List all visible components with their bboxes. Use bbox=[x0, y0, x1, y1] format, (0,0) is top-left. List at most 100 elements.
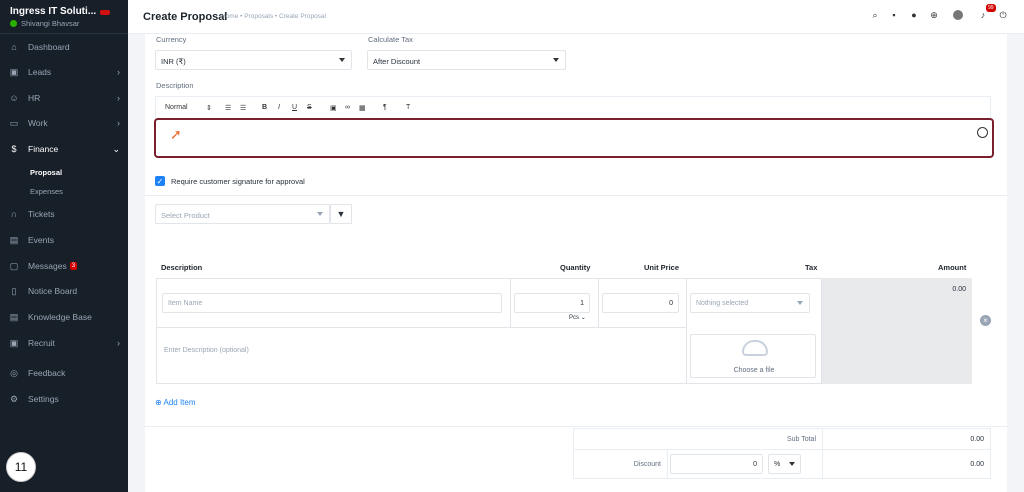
sidebar-item-label: HR bbox=[28, 93, 41, 103]
sidebar-item-work[interactable]: ▭ Work › bbox=[0, 110, 128, 136]
format-select[interactable]: Normal bbox=[165, 104, 188, 111]
calculate-tax-select[interactable]: After Discount bbox=[367, 50, 566, 70]
search-icon[interactable]: ⌕ bbox=[869, 9, 881, 21]
video-icon[interactable]: ▦ bbox=[359, 104, 366, 112]
clock-icon[interactable]: ● bbox=[908, 9, 920, 21]
add-icon[interactable]: ⊕ bbox=[928, 9, 940, 21]
ordered-list-icon[interactable]: ☰ bbox=[225, 104, 231, 112]
user-status: Shivangi Bhavsar bbox=[10, 19, 128, 28]
sidebar: Ingress IT Soluti... Shivangi Bhavsar ⌂ D… bbox=[0, 0, 128, 492]
signature-checkbox[interactable]: ✓ bbox=[155, 176, 165, 186]
unit-select[interactable]: Pcs ⌄ bbox=[569, 314, 586, 321]
chevron-down-icon: ⌄ bbox=[112, 143, 120, 154]
product-placeholder: Select Product bbox=[161, 211, 210, 220]
chevron-right-icon: › bbox=[117, 93, 120, 103]
top-header: Create Proposal Home • Proposals • Creat… bbox=[128, 0, 1024, 34]
sidebar-subitem-proposal[interactable]: Proposal bbox=[30, 168, 62, 177]
sub-total-value: 0.00 bbox=[970, 436, 984, 443]
column-description: Description bbox=[161, 263, 203, 272]
choose-file-label: Choose a file bbox=[733, 367, 775, 374]
recruit-icon: ▣ bbox=[9, 337, 19, 348]
discount-type-select[interactable]: % bbox=[768, 454, 801, 474]
settings-icon: ⚙ bbox=[9, 393, 19, 404]
text-direction-icon[interactable]: ¶ bbox=[383, 104, 387, 111]
add-circle-icon: ⊕ bbox=[155, 398, 162, 407]
currency-select[interactable]: INR (₹) bbox=[155, 50, 352, 70]
quantity-input[interactable]: 1 bbox=[514, 293, 590, 313]
sidebar-item-leads[interactable]: ▣ Leads › bbox=[0, 59, 128, 85]
headset-icon: ∩ bbox=[10, 209, 18, 219]
proposal-form-card: Currency INR (₹) Calculate Tax After Dis… bbox=[145, 34, 1007, 492]
unit-price-input[interactable]: 0 bbox=[602, 293, 679, 313]
add-item-button[interactable]: ⊕ Add Item bbox=[155, 398, 196, 407]
page-title: Create Proposal bbox=[143, 11, 228, 23]
sidebar-item-label: Events bbox=[28, 235, 54, 245]
signature-label: Require customer signature for approval bbox=[171, 177, 305, 186]
discount-input[interactable]: 0 bbox=[670, 454, 763, 474]
currency-value: INR (₹) bbox=[161, 57, 186, 66]
discount-label: Discount bbox=[633, 461, 661, 468]
tax-select[interactable]: Nothing selected bbox=[690, 293, 810, 313]
product-select[interactable]: Select Product bbox=[155, 204, 330, 224]
sidebar-item-label: Dashboard bbox=[28, 42, 70, 52]
caret-down-icon bbox=[553, 58, 559, 62]
divider bbox=[145, 426, 1007, 427]
leads-icon: ▣ bbox=[9, 66, 19, 77]
filter-button[interactable]: ▼ bbox=[330, 204, 352, 224]
editor-toolbar: Normal ⇕ ☰ ☰ B I U S ▣ ∞ ▦ ¶ T bbox=[155, 96, 991, 118]
sidebar-item-label: Recruit bbox=[28, 338, 55, 348]
image-icon[interactable]: ▣ bbox=[330, 104, 337, 112]
divider bbox=[145, 195, 1007, 196]
sidebar-item-knowledge-base[interactable]: ▤ Knowledge Base bbox=[0, 304, 128, 330]
sidebar-item-hr[interactable]: ☺ HR › bbox=[0, 85, 128, 111]
knowledge-icon: ▤ bbox=[9, 311, 19, 322]
sidebar-item-dashboard[interactable]: ⌂ Dashboard bbox=[0, 34, 128, 60]
user-name: Shivangi Bhavsar bbox=[21, 19, 80, 28]
dashboard-icon: ⌂ bbox=[11, 42, 17, 52]
unit-value: Pcs bbox=[569, 315, 580, 321]
amount-cell: 0.00 bbox=[822, 278, 972, 384]
brand-badge bbox=[100, 10, 110, 15]
amount-value: 0.00 bbox=[952, 286, 966, 293]
caret-down-icon bbox=[317, 212, 323, 216]
sidebar-item-feedback[interactable]: ◎ Feedback bbox=[0, 360, 128, 386]
discount-type-value: % bbox=[774, 461, 781, 468]
calculate-tax-value: After Discount bbox=[373, 57, 421, 66]
sidebar-item-messages[interactable]: ▢ Messages 3 bbox=[0, 253, 128, 279]
underline-icon[interactable]: U bbox=[292, 104, 297, 111]
sidebar-item-settings[interactable]: ⚙ Settings bbox=[0, 386, 128, 412]
bold-icon[interactable]: B bbox=[262, 104, 267, 111]
italic-icon[interactable]: I bbox=[278, 104, 280, 111]
description-editor[interactable]: ➚ bbox=[154, 118, 994, 158]
brand[interactable]: Ingress IT Soluti... Shivangi Bhavsar bbox=[0, 0, 128, 34]
item-description-input[interactable]: Enter Description (optional) bbox=[164, 347, 249, 354]
bullet-list-icon[interactable]: ☰ bbox=[240, 104, 246, 112]
notice-icon: ▯ bbox=[11, 285, 17, 296]
feedback-icon: ◎ bbox=[10, 367, 18, 378]
sidebar-item-notice-board[interactable]: ▯ Notice Board bbox=[0, 278, 128, 304]
calendar-icon: ▤ bbox=[9, 234, 19, 245]
emoji-icon[interactable] bbox=[977, 127, 988, 138]
sidebar-subitem-expenses[interactable]: Expenses bbox=[30, 187, 63, 196]
online-status-icon bbox=[10, 20, 17, 27]
chevron-right-icon: › bbox=[117, 118, 120, 128]
column-tax: Tax bbox=[805, 263, 818, 272]
remove-item-icon[interactable]: × bbox=[980, 315, 991, 326]
format-select-caret-icon: ⇕ bbox=[206, 105, 212, 112]
strikethrough-icon[interactable]: S bbox=[307, 104, 312, 111]
sidebar-item-recruit[interactable]: ▣ Recruit › bbox=[0, 330, 128, 356]
avatar[interactable] bbox=[953, 10, 963, 20]
sidebar-item-tickets[interactable]: ∩ Tickets bbox=[0, 201, 128, 227]
power-icon[interactable]: ⏻ bbox=[997, 9, 1009, 21]
clear-format-icon[interactable]: T bbox=[406, 104, 410, 111]
sidebar-item-events[interactable]: ▤ Events bbox=[0, 227, 128, 253]
sidebar-item-finance[interactable]: $ Finance ⌄ bbox=[0, 136, 128, 162]
sub-total-label-cell: Sub Total bbox=[573, 428, 823, 450]
file-upload[interactable]: Choose a file bbox=[690, 334, 816, 378]
add-item-label: Add Item bbox=[163, 398, 196, 407]
sticky-note-icon[interactable]: ▪ bbox=[888, 9, 900, 21]
item-name-input[interactable]: Item Name bbox=[162, 293, 502, 313]
link-icon[interactable]: ∞ bbox=[345, 104, 350, 111]
breadcrumb: Home • Proposals • Create Proposal bbox=[221, 13, 326, 20]
sub-total-label: Sub Total bbox=[786, 436, 816, 443]
